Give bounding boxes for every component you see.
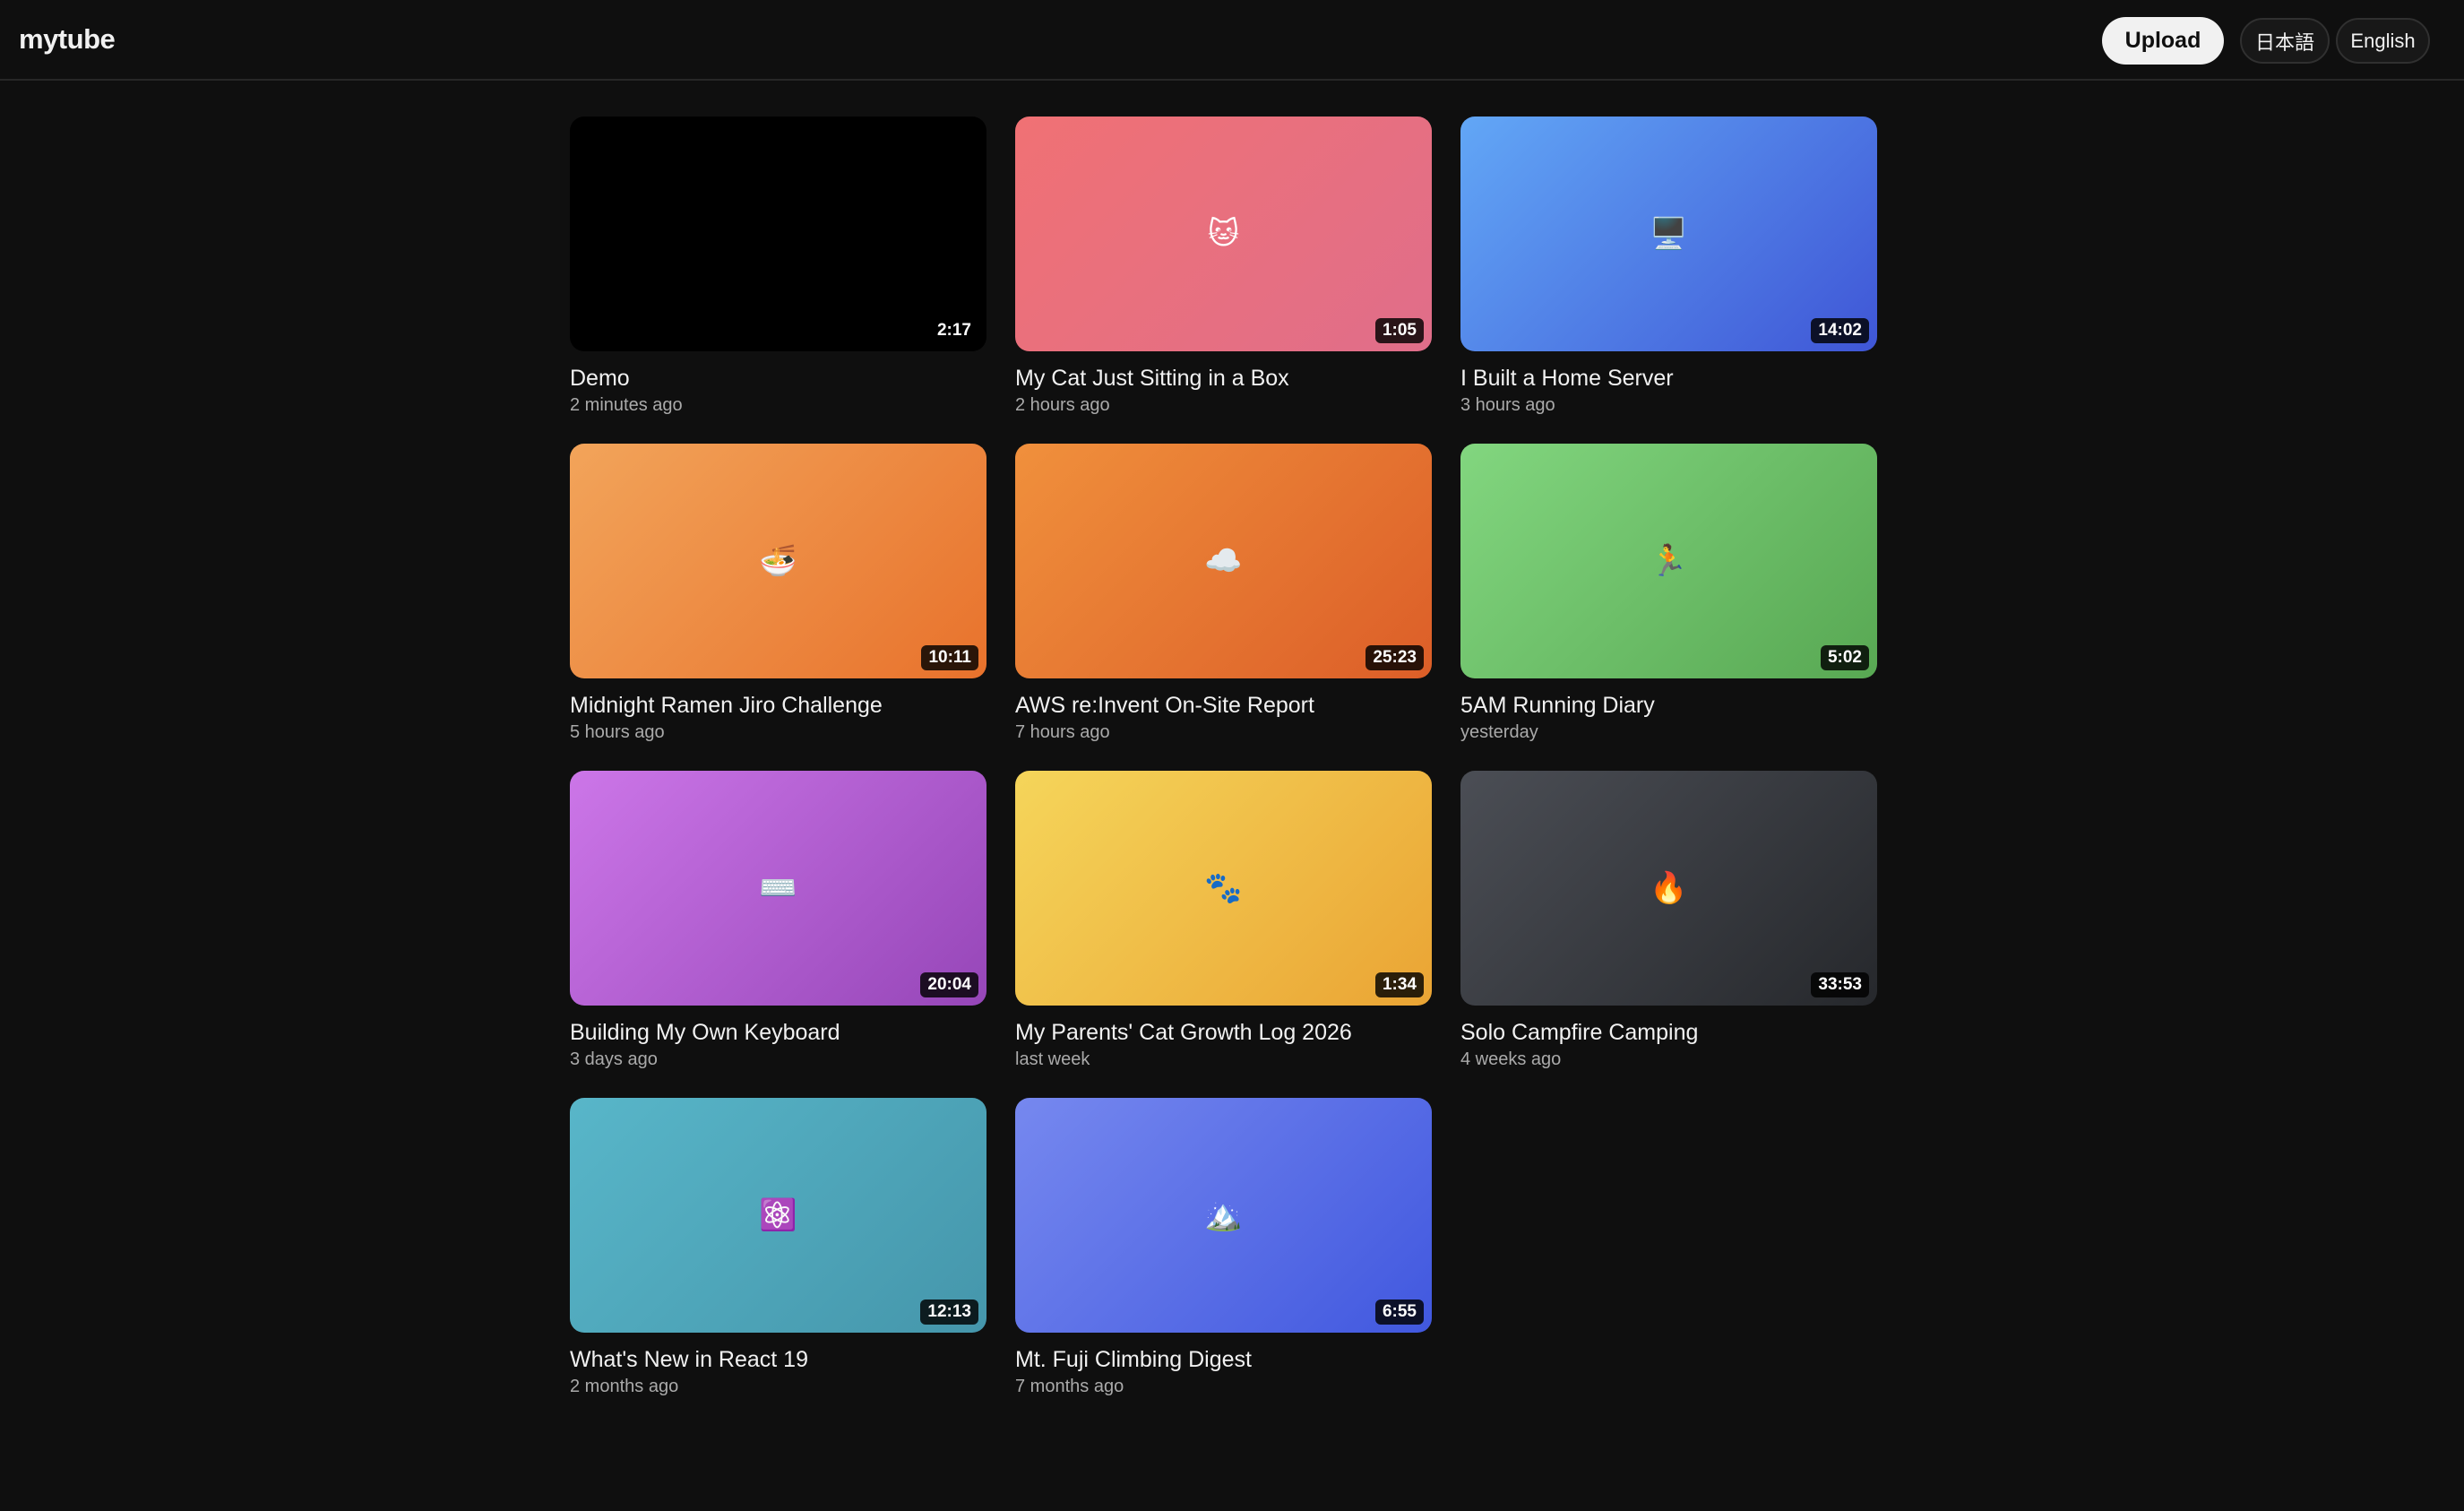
keyboard-icon: ⌨️ [759, 870, 797, 906]
video-thumbnail[interactable]: ☁️ 25:23 [1015, 444, 1432, 678]
video-thumbnail[interactable]: 🏃 5:02 [1460, 444, 1877, 678]
video-card[interactable]: 🖥️ 14:02 I Built a Home Server 3 hours ago [1460, 117, 1877, 422]
video-title[interactable]: Mt. Fuji Climbing Digest [1015, 1345, 1432, 1374]
video-thumbnail[interactable]: ⚛️ 12:13 [570, 1098, 986, 1333]
cloud-icon: ☁️ [1204, 543, 1243, 579]
upload-time: 2 hours ago [1015, 395, 1110, 415]
video-thumbnail[interactable]: 🍜 10:11 [570, 444, 986, 678]
video-title[interactable]: My Parents' Cat Growth Log 2026 [1015, 1018, 1432, 1047]
duration-badge: 1:05 [1374, 318, 1424, 343]
upload-button[interactable]: Upload [2102, 17, 2224, 65]
video-grid: 2:17 Demo 2 minutes ago 🐱 1:05 My Cat Just Si… [570, 117, 1878, 1403]
upload-time: yesterday [1460, 722, 1538, 742]
duration-badge: 6:55 [1374, 1299, 1424, 1325]
upload-time: 3 days ago [570, 1049, 658, 1069]
upload-time: 7 months ago [1015, 1377, 1124, 1396]
video-thumbnail[interactable]: 🐾 1:34 [1015, 771, 1432, 1006]
video-card[interactable]: 🔥 33:53 Solo Campfire Camping 4 weeks ago [1460, 771, 1877, 1076]
video-title[interactable]: My Cat Just Sitting in a Box [1015, 364, 1432, 393]
video-title[interactable]: Demo [570, 364, 986, 393]
duration-badge: 20:04 [920, 972, 978, 997]
video-title[interactable]: Solo Campfire Camping [1460, 1018, 1877, 1047]
video-card[interactable]: ⌨️ 20:04 Building My Own Keyboard 3 days ag… [570, 771, 986, 1076]
duration-badge: 1:34 [1374, 972, 1424, 997]
upload-time: 4 weeks ago [1460, 1049, 1562, 1069]
video-card[interactable]: 2:17 Demo 2 minutes ago [570, 117, 986, 422]
video-thumbnail[interactable]: 2:17 [570, 117, 986, 351]
ramen-bowl-icon: 🍜 [759, 543, 797, 579]
video-card[interactable]: 🐱 1:05 My Cat Just Sitting in a Box 2 hours… [1015, 117, 1432, 422]
fire-icon: 🔥 [1650, 870, 1688, 906]
desktop-computer-icon: 🖥️ [1650, 216, 1688, 252]
video-thumbnail[interactable]: 🏔️ 6:55 [1015, 1098, 1432, 1333]
duration-badge: 33:53 [1811, 972, 1869, 997]
video-thumbnail[interactable]: 🐱 1:05 [1015, 117, 1432, 351]
video-thumbnail[interactable]: 🔥 33:53 [1460, 771, 1877, 1006]
atom-icon: ⚛️ [759, 1197, 797, 1233]
duration-badge: 2:17 [929, 318, 978, 343]
video-card[interactable]: 🏃 5:02 5AM Running Diary yesterday [1460, 444, 1877, 749]
top-bar: mytube Upload 日本語 English [0, 0, 2464, 81]
video-title[interactable]: I Built a Home Server [1460, 364, 1877, 393]
video-title[interactable]: 5AM Running Diary [1460, 691, 1877, 720]
language-japanese-button[interactable]: 日本語 [2240, 18, 2330, 64]
duration-badge: 12:13 [920, 1299, 978, 1325]
video-card[interactable]: 🏔️ 6:55 Mt. Fuji Climbing Digest 7 months a… [1015, 1098, 1432, 1403]
video-card[interactable]: ☁️ 25:23 AWS re:Invent On-Site Report 7 hou… [1015, 444, 1432, 749]
video-card[interactable]: 🍜 10:11 Midnight Ramen Jiro Challenge 5 hou… [570, 444, 986, 749]
duration-badge: 5:02 [1820, 645, 1869, 670]
upload-time: last week [1015, 1049, 1090, 1069]
duration-badge: 10:11 [921, 645, 978, 670]
video-title[interactable]: Building My Own Keyboard [570, 1018, 986, 1047]
mountain-icon: 🏔️ [1204, 1197, 1243, 1233]
paw-prints-icon: 🐾 [1204, 870, 1243, 906]
upload-time: 3 hours ago [1460, 395, 1555, 415]
video-title[interactable]: AWS re:Invent On-Site Report [1015, 691, 1432, 720]
duration-badge: 25:23 [1366, 645, 1424, 670]
runner-icon: 🏃 [1650, 543, 1688, 579]
duration-badge: 14:02 [1811, 318, 1869, 343]
video-card[interactable]: 🐾 1:34 My Parents' Cat Growth Log 2026 last… [1015, 771, 1432, 1076]
upload-time: 7 hours ago [1015, 722, 1110, 742]
video-thumbnail[interactable]: 🖥️ 14:02 [1460, 117, 1877, 351]
cat-face-icon: 🐱 [1207, 216, 1240, 252]
upload-time: 2 months ago [570, 1377, 679, 1396]
upload-time: 5 hours ago [570, 722, 665, 742]
video-thumbnail[interactable]: ⌨️ 20:04 [570, 771, 986, 1006]
video-title[interactable]: Midnight Ramen Jiro Challenge [570, 691, 986, 720]
video-title[interactable]: What's New in React 19 [570, 1345, 986, 1374]
upload-time: 2 minutes ago [570, 395, 683, 415]
video-card[interactable]: ⚛️ 12:13 What's New in React 19 2 months ag… [570, 1098, 986, 1403]
language-english-button[interactable]: English [2336, 18, 2430, 64]
site-logo[interactable]: mytube [19, 22, 116, 57]
